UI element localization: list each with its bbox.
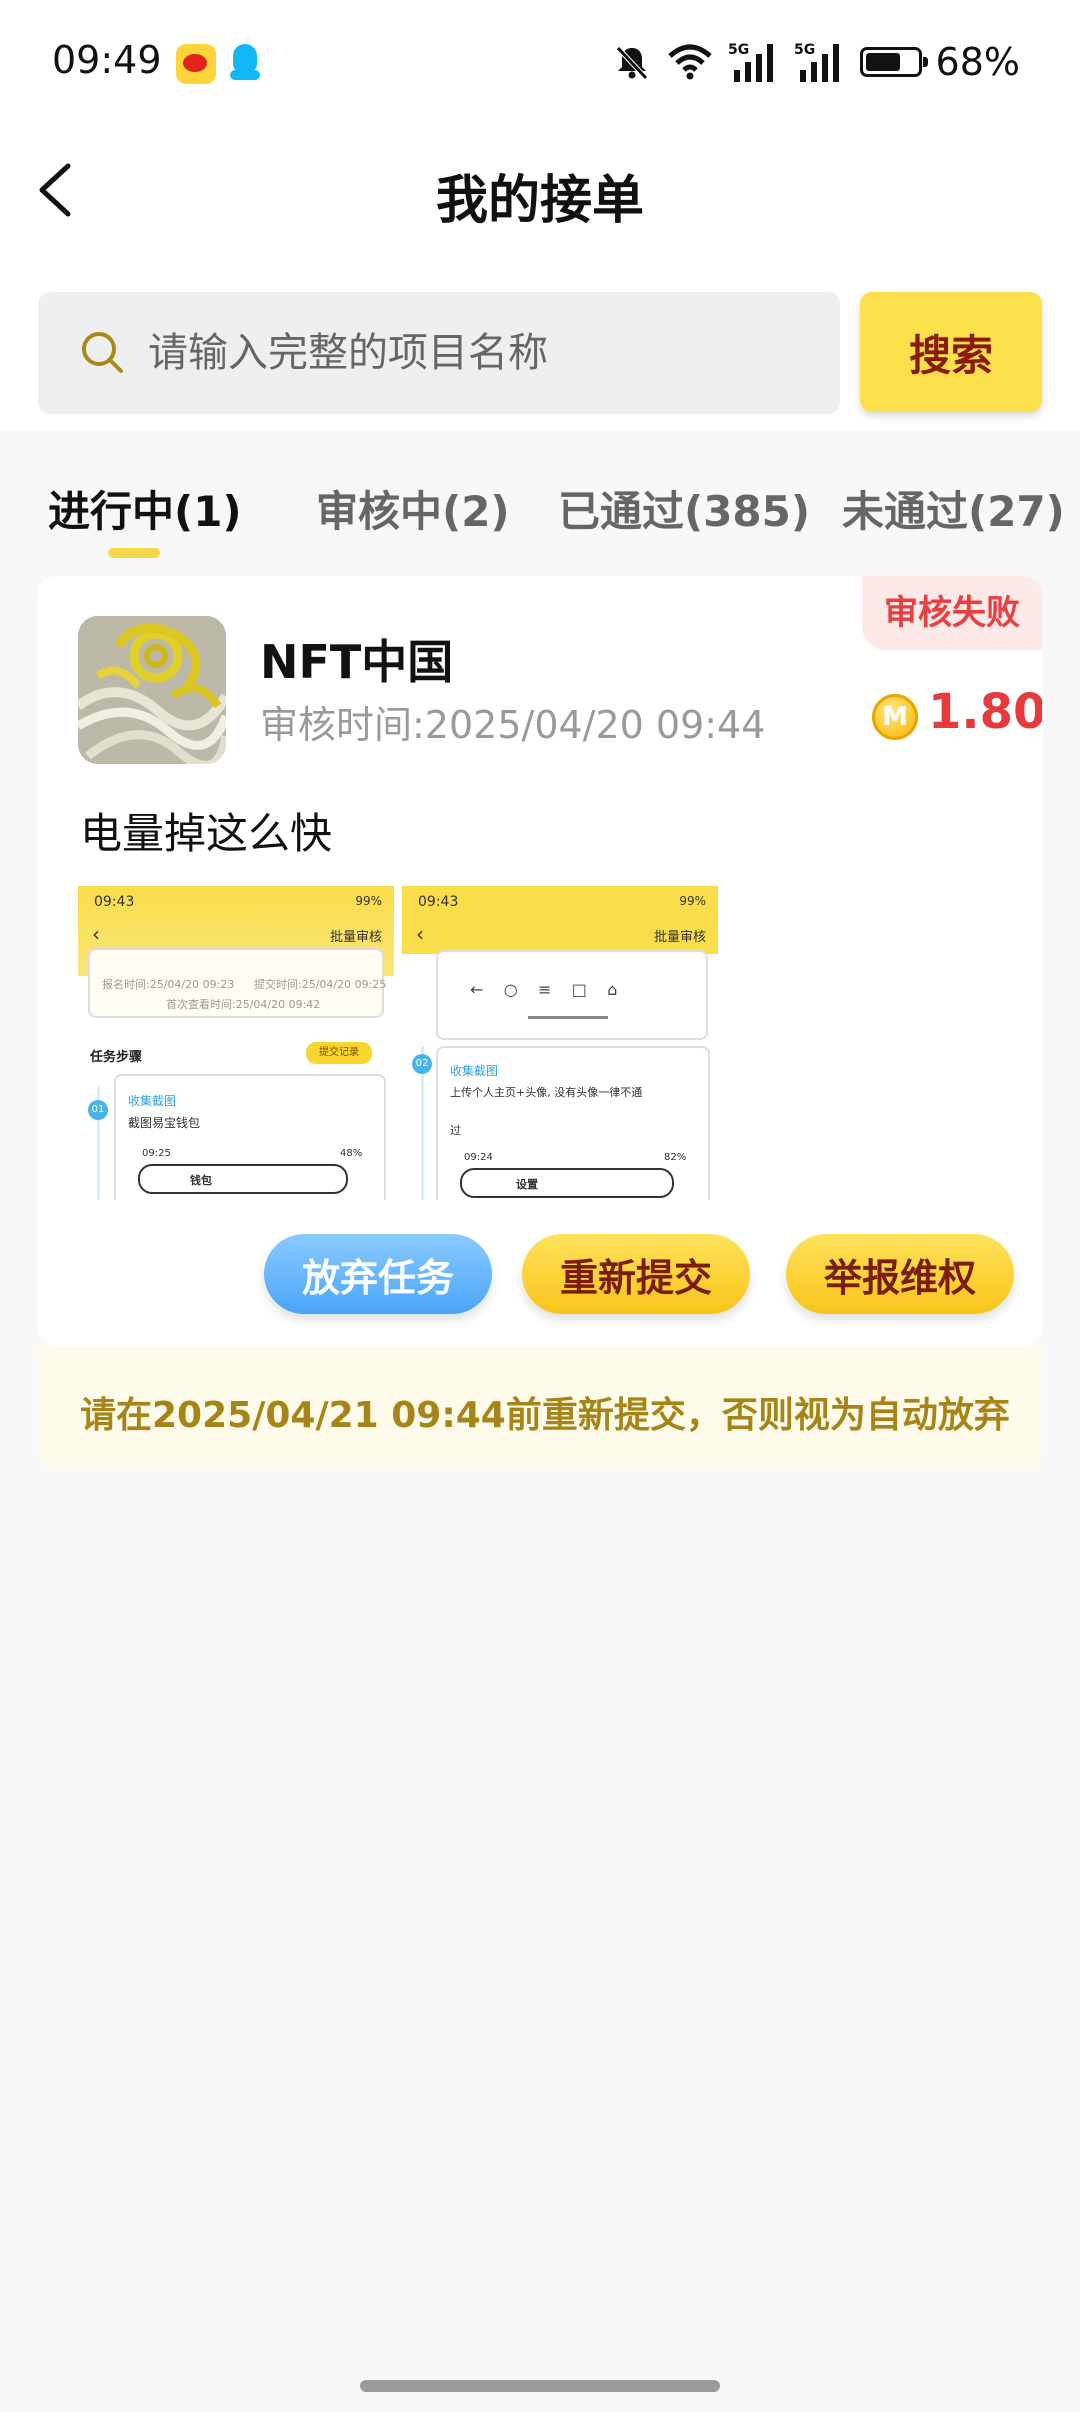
page-title: 我的接单 bbox=[435, 171, 644, 231]
mini-inner-batt: 82% bbox=[664, 1152, 687, 1163]
mini-inner-search-text: 钱包 bbox=[190, 1174, 212, 1187]
mini-inner-batt: 48% bbox=[340, 1148, 363, 1159]
status-icons: 5G 5G 68% bbox=[612, 38, 1020, 86]
mini-signup-time: 报名时间:25/04/20 09:23 bbox=[102, 978, 235, 991]
tab-in-progress[interactable]: 进行中(1) bbox=[48, 478, 242, 539]
mini-step-title: 收集截图 bbox=[128, 1094, 177, 1108]
signal-5g-icon: 5G bbox=[794, 42, 839, 82]
project-name: NFT中国 bbox=[260, 635, 454, 689]
mini-batch-label: 批量审核 bbox=[653, 930, 706, 945]
mini-inner-time: 09:25 bbox=[142, 1148, 171, 1159]
search-button[interactable]: 搜索 bbox=[860, 292, 1042, 412]
mini-inner-search bbox=[138, 1164, 348, 1194]
battery-percent: 68% bbox=[935, 40, 1020, 84]
mini-step-desc-2: 过 bbox=[450, 1124, 461, 1137]
report-button[interactable]: 举报维权 bbox=[786, 1234, 1014, 1314]
mini-step-title: 收集截图 bbox=[450, 1064, 499, 1078]
mini-battery: 99% bbox=[355, 894, 382, 908]
status-time: 09:49 bbox=[52, 38, 162, 82]
mini-time: 09:43 bbox=[418, 894, 459, 910]
noodles-image bbox=[78, 616, 226, 764]
mini-step-no: 01 bbox=[88, 1100, 108, 1120]
chevron-left-icon: ‹ bbox=[92, 922, 100, 946]
status-bar: 09:49 5G 5G 68% bbox=[0, 0, 1080, 125]
status-badge: 审核失败 bbox=[862, 576, 1042, 650]
chevron-left-icon: ‹ bbox=[416, 922, 424, 946]
mini-step-no: 02 bbox=[412, 1054, 432, 1074]
mini-inner-search-text: 设置 bbox=[516, 1178, 538, 1191]
weibo-icon bbox=[176, 44, 216, 84]
header: 我的接单 bbox=[0, 140, 1080, 240]
tab-active-indicator bbox=[108, 548, 160, 558]
coin-icon: M bbox=[872, 694, 918, 740]
search-icon bbox=[82, 332, 123, 373]
svg-text:5G: 5G bbox=[794, 42, 815, 58]
mini-time: 09:43 bbox=[94, 894, 135, 910]
page: 09:49 5G 5G 68% 我的接单 请输入完整的项目名称 搜索 进行中(1… bbox=[0, 0, 1080, 2412]
mini-battery: 99% bbox=[679, 894, 706, 908]
battery-icon bbox=[859, 47, 928, 77]
resubmit-notice: 请在2025/04/21 09:44前重新提交，否则视为自动放弃 bbox=[38, 1346, 1042, 1470]
reward-amount: 1.80 bbox=[928, 684, 1042, 740]
svg-text:5G: 5G bbox=[728, 42, 749, 58]
submission-description: 电量掉这么快 bbox=[80, 809, 333, 858]
mini-step-desc: 上传个人主页+头像, 没有头像一律不通 bbox=[450, 1086, 643, 1099]
mini-view-time: 首次查看时间:25/04/20 09:42 bbox=[166, 998, 321, 1011]
mini-inner-search bbox=[460, 1168, 674, 1198]
mini-inner-time: 09:24 bbox=[464, 1152, 493, 1163]
mini-nav-icons: ← ○ ≡ □ ⌂ bbox=[470, 980, 618, 999]
search-input[interactable] bbox=[148, 292, 808, 414]
submitted-screenshot-2[interactable]: 09:43 99% ‹ 批量审核 ← ○ ≡ □ ⌂ 02 收集截图 上传个人主… bbox=[402, 886, 718, 1200]
mini-batch-label: 批量审核 bbox=[329, 930, 382, 945]
notice-text: 请在2025/04/21 09:44前重新提交，否则视为自动放弃 bbox=[80, 1395, 1010, 1436]
tab-bar: 进行中(1) 审核中(2) 已通过(385) 未通过(27) bbox=[0, 470, 1080, 570]
search-bar[interactable] bbox=[38, 292, 840, 414]
signal-5g-icon: 5G bbox=[728, 42, 773, 82]
tab-approved[interactable]: 已通过(385) bbox=[558, 478, 810, 539]
mini-steps-title: 任务步骤 bbox=[90, 1050, 143, 1065]
project-thumbnail bbox=[78, 616, 226, 764]
abandon-task-button[interactable]: 放弃任务 bbox=[264, 1234, 492, 1314]
tab-rejected[interactable]: 未通过(27) bbox=[842, 478, 1065, 539]
home-indicator[interactable] bbox=[360, 2380, 720, 2392]
mini-submit-time: 提交时间:25/04/20 09:25 bbox=[254, 978, 387, 991]
mini-step-desc: 截图易宝钱包 bbox=[128, 1116, 201, 1130]
review-time: 审核时间:2025/04/20 09:44 bbox=[260, 703, 766, 747]
submitted-screenshot-1[interactable]: 09:43 99% ‹ 批量审核 报名时间:25/04/20 09:23 提交时… bbox=[78, 886, 394, 1200]
tab-under-review[interactable]: 审核中(2) bbox=[316, 478, 510, 539]
resubmit-button[interactable]: 重新提交 bbox=[522, 1234, 750, 1314]
mini-submit-chip: 提交记录 bbox=[306, 1042, 372, 1064]
mute-icon bbox=[615, 46, 648, 80]
qq-icon bbox=[228, 44, 262, 84]
wifi-icon bbox=[667, 44, 712, 80]
order-card[interactable]: 审核失败 NFT中国 审核时间:2025/04/20 09:44 M 1.80 … bbox=[38, 576, 1042, 1346]
